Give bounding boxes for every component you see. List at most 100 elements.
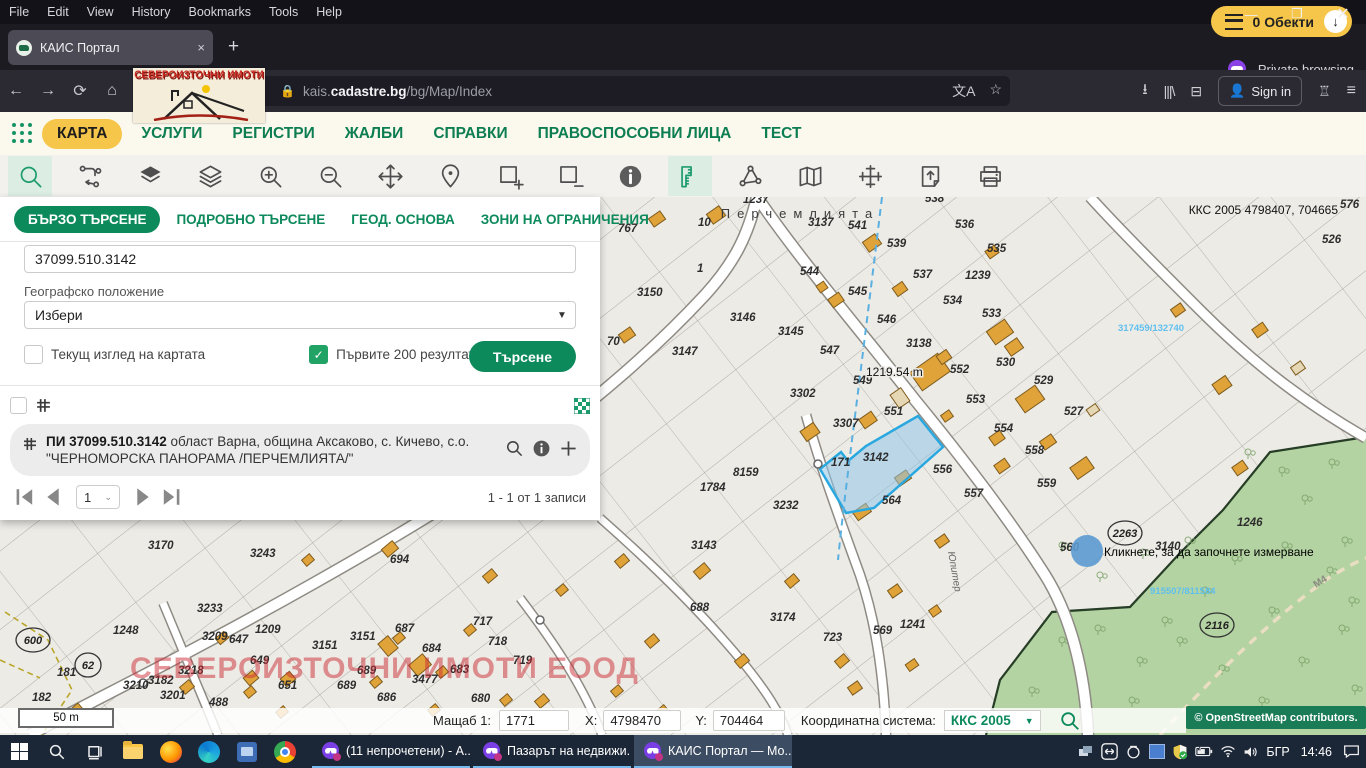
tool-info[interactable] bbox=[608, 156, 652, 196]
tool-search[interactable] bbox=[8, 156, 52, 196]
taskbar-task[interactable]: КАИС Портал — Мо... bbox=[634, 735, 792, 768]
first-page-icon[interactable] bbox=[14, 487, 40, 507]
last-page-icon[interactable] bbox=[156, 487, 182, 507]
tab-close-icon[interactable]: × bbox=[191, 40, 205, 55]
taskbar-task[interactable]: (11 непрочетени) - А... bbox=[312, 735, 470, 768]
first200-checkbox[interactable]: ✓ bbox=[309, 345, 328, 364]
osm-attribution[interactable]: © OpenStreetMap contributors. bbox=[1186, 706, 1366, 729]
scale-input[interactable] bbox=[499, 710, 569, 731]
photos-app-icon[interactable] bbox=[228, 735, 266, 768]
clock[interactable]: 14:46 bbox=[1301, 745, 1332, 759]
menu-item-history[interactable]: History bbox=[123, 3, 180, 21]
select-all-checkbox[interactable] bbox=[10, 397, 27, 414]
prev-page-icon[interactable] bbox=[40, 487, 66, 507]
taskbar-task[interactable]: Пазарът на недвижи... bbox=[473, 735, 631, 768]
nav-item[interactable]: ТЕСТ bbox=[746, 119, 816, 149]
menu-item-edit[interactable]: Edit bbox=[38, 3, 78, 21]
tool-measure[interactable] bbox=[668, 156, 712, 196]
nav-item[interactable]: ЖАЛБИ bbox=[330, 119, 419, 149]
tool-print[interactable] bbox=[968, 156, 1012, 196]
tray-overflow-icon[interactable] bbox=[1078, 745, 1094, 759]
extension-icon[interactable]: ♖ bbox=[1318, 83, 1331, 100]
volume-tray-icon[interactable] bbox=[1243, 745, 1259, 759]
crs-select[interactable]: ККС 2005▼ bbox=[944, 710, 1041, 731]
battery-tray-icon[interactable] bbox=[1195, 745, 1213, 758]
camera-tray-icon[interactable] bbox=[1125, 744, 1142, 759]
translate-icon[interactable]: 文A bbox=[952, 81, 975, 101]
current-view-checkbox[interactable] bbox=[24, 345, 43, 364]
tool-select-minus[interactable] bbox=[548, 156, 592, 196]
next-page-icon[interactable] bbox=[130, 487, 156, 507]
menu-item-view[interactable]: View bbox=[78, 3, 123, 21]
tool-zoom-out[interactable] bbox=[308, 156, 352, 196]
search-input[interactable] bbox=[24, 245, 576, 273]
sidebar-icon[interactable]: ⊟ bbox=[1190, 83, 1202, 100]
task-view-icon[interactable] bbox=[76, 735, 114, 768]
nav-item[interactable]: РЕГИСТРИ bbox=[217, 119, 329, 149]
forward-icon[interactable]: → bbox=[32, 76, 64, 106]
tool-pan[interactable] bbox=[368, 156, 412, 196]
map-search-icon[interactable] bbox=[1059, 710, 1081, 732]
nav-item[interactable]: ПРАВОСПОСОБНИ ЛИЦА bbox=[523, 119, 747, 149]
downloads-icon[interactable]: ⭳ bbox=[1142, 79, 1147, 104]
result-info-icon[interactable] bbox=[532, 439, 551, 458]
security-shield-icon[interactable] bbox=[1172, 744, 1188, 760]
tab-kais-portal[interactable]: КАИС Портал × bbox=[8, 30, 213, 65]
apps-grid-icon[interactable] bbox=[12, 123, 34, 145]
close-button[interactable]: ✕ bbox=[1320, 0, 1366, 28]
menu-item-help[interactable]: Help bbox=[307, 3, 351, 21]
display-tray-icon[interactable] bbox=[1149, 744, 1165, 759]
result-row[interactable]: ПИ 37099.510.3142 област Варна, община А… bbox=[10, 424, 590, 476]
tool-crosshair[interactable] bbox=[848, 156, 892, 196]
start-button[interactable] bbox=[0, 735, 38, 768]
tool-layers[interactable] bbox=[188, 156, 232, 196]
zoom-to-results-icon[interactable] bbox=[574, 398, 590, 414]
url-bar[interactable]: 🔒 kais.cadastre.bg/bg/Map/Index 文A ☆ bbox=[152, 76, 1010, 106]
panel-tab[interactable]: БЪРЗО ТЪРСЕНЕ bbox=[14, 206, 160, 233]
tool-layers-filled[interactable] bbox=[128, 156, 172, 196]
measure-cursor[interactable] bbox=[1071, 535, 1103, 567]
language-indicator[interactable]: БГР bbox=[1266, 745, 1289, 759]
new-tab-button[interactable]: + bbox=[228, 36, 239, 58]
tool-polygon[interactable] bbox=[728, 156, 772, 196]
tool-map-fold[interactable] bbox=[788, 156, 832, 196]
geo-select[interactable]: Избери ▼ bbox=[24, 301, 576, 329]
tool-zoom-in[interactable] bbox=[248, 156, 292, 196]
back-icon[interactable]: ← bbox=[0, 76, 32, 106]
search-button[interactable]: Търсене bbox=[469, 341, 576, 372]
tool-select-plus[interactable] bbox=[488, 156, 532, 196]
restore-button[interactable]: ❐ bbox=[1274, 0, 1320, 28]
menu-item-bookmarks[interactable]: Bookmarks bbox=[179, 3, 260, 21]
library-icon[interactable]: |||\ bbox=[1164, 83, 1175, 99]
hamburger-menu-icon[interactable]: ≡ bbox=[1347, 82, 1356, 100]
panel-tab[interactable]: ЗОНИ НА ОГРАНИЧЕНИЯ bbox=[471, 206, 659, 233]
sign-in-button[interactable]: 👤 Sign in bbox=[1218, 76, 1302, 106]
bookmark-star-icon[interactable]: ☆ bbox=[989, 81, 1002, 101]
tool-export[interactable] bbox=[908, 156, 952, 196]
home-icon[interactable]: ⌂ bbox=[96, 76, 128, 106]
x-coordinate-input[interactable] bbox=[603, 710, 681, 731]
page-select[interactable]: 1⌄ bbox=[76, 485, 120, 509]
reload-icon[interactable]: ⟳ bbox=[64, 76, 96, 106]
wifi-tray-icon[interactable] bbox=[1220, 745, 1236, 758]
taskbar-search-icon[interactable] bbox=[38, 735, 76, 768]
nav-item[interactable]: СПРАВКИ bbox=[418, 119, 522, 149]
chrome-icon[interactable] bbox=[266, 735, 304, 768]
firefox-icon[interactable] bbox=[152, 735, 190, 768]
minimize-button[interactable]: — bbox=[1228, 0, 1274, 28]
result-zoom-icon[interactable] bbox=[505, 439, 524, 458]
menu-item-file[interactable]: File bbox=[0, 3, 38, 21]
tool-route[interactable] bbox=[68, 156, 112, 196]
panel-tab[interactable]: ГЕОД. ОСНОВА bbox=[341, 206, 464, 233]
nav-item[interactable]: УСЛУГИ bbox=[126, 119, 217, 149]
edge-icon[interactable] bbox=[190, 735, 228, 768]
file-explorer-icon[interactable] bbox=[114, 735, 152, 768]
panel-tab[interactable]: ПОДРОБНО ТЪРСЕНЕ bbox=[166, 206, 335, 233]
nav-item[interactable]: КАРТА bbox=[42, 119, 122, 149]
action-center-icon[interactable] bbox=[1343, 744, 1360, 759]
y-coordinate-input[interactable] bbox=[713, 710, 785, 731]
tool-location-pin[interactable] bbox=[428, 156, 472, 196]
teamviewer-tray-icon[interactable] bbox=[1101, 743, 1118, 760]
result-add-icon[interactable] bbox=[559, 439, 578, 458]
menu-item-tools[interactable]: Tools bbox=[260, 3, 307, 21]
